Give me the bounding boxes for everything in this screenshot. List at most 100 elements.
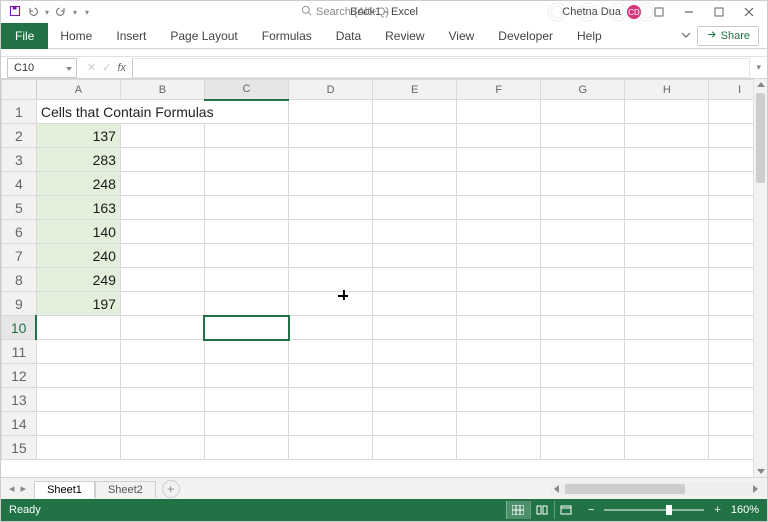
worksheet-grid[interactable]: ABCDEFGHI1Cells that Contain Formulas213… bbox=[1, 79, 767, 477]
cell-E5[interactable] bbox=[373, 196, 457, 220]
cell-B12[interactable] bbox=[120, 364, 204, 388]
cell-A3[interactable]: 283 bbox=[36, 148, 120, 172]
cell-C3[interactable] bbox=[204, 148, 288, 172]
cell-B10[interactable] bbox=[120, 316, 204, 340]
cell-F15[interactable] bbox=[457, 436, 541, 460]
tab-help[interactable]: Help bbox=[565, 23, 614, 49]
cell-E12[interactable] bbox=[373, 364, 457, 388]
undo-icon[interactable] bbox=[27, 5, 39, 20]
cell-G14[interactable] bbox=[541, 412, 625, 436]
cell-F13[interactable] bbox=[457, 388, 541, 412]
scroll-down-icon[interactable] bbox=[757, 469, 765, 474]
cell-D6[interactable] bbox=[289, 220, 373, 244]
row-header-14[interactable]: 14 bbox=[2, 412, 37, 436]
cell-C10[interactable] bbox=[204, 316, 288, 340]
cell-H1[interactable] bbox=[625, 100, 709, 124]
tab-view[interactable]: View bbox=[437, 23, 487, 49]
column-header-C[interactable]: C bbox=[204, 80, 288, 100]
column-header-H[interactable]: H bbox=[625, 80, 709, 100]
cell-E3[interactable] bbox=[373, 148, 457, 172]
qat-customize-icon[interactable]: ▾ bbox=[85, 8, 89, 17]
cell-D15[interactable] bbox=[289, 436, 373, 460]
cell-E14[interactable] bbox=[373, 412, 457, 436]
zoom-level[interactable]: 160% bbox=[731, 504, 759, 516]
cell-A2[interactable]: 137 bbox=[36, 124, 120, 148]
cell-E8[interactable] bbox=[373, 268, 457, 292]
cell-C12[interactable] bbox=[204, 364, 288, 388]
row-header-3[interactable]: 3 bbox=[2, 148, 37, 172]
cell-D2[interactable] bbox=[289, 124, 373, 148]
cell-H13[interactable] bbox=[625, 388, 709, 412]
cell-G10[interactable] bbox=[541, 316, 625, 340]
cell-A7[interactable]: 240 bbox=[36, 244, 120, 268]
cell-H8[interactable] bbox=[625, 268, 709, 292]
cell-B14[interactable] bbox=[120, 412, 204, 436]
scroll-left-icon[interactable] bbox=[554, 485, 559, 493]
row-header-2[interactable]: 2 bbox=[2, 124, 37, 148]
save-icon[interactable] bbox=[9, 5, 21, 20]
cell-D9[interactable] bbox=[289, 292, 373, 316]
cell-G8[interactable] bbox=[541, 268, 625, 292]
cell-G6[interactable] bbox=[541, 220, 625, 244]
row-header-8[interactable]: 8 bbox=[2, 268, 37, 292]
cell-F8[interactable] bbox=[457, 268, 541, 292]
cell-D7[interactable] bbox=[289, 244, 373, 268]
column-header-E[interactable]: E bbox=[373, 80, 457, 100]
cell-E9[interactable] bbox=[373, 292, 457, 316]
cell-B11[interactable] bbox=[120, 340, 204, 364]
cell-F7[interactable] bbox=[457, 244, 541, 268]
cell-F3[interactable] bbox=[457, 148, 541, 172]
cell-A9[interactable]: 197 bbox=[36, 292, 120, 316]
zoom-slider[interactable] bbox=[604, 509, 704, 511]
cell-B6[interactable] bbox=[120, 220, 204, 244]
cell-F9[interactable] bbox=[457, 292, 541, 316]
column-header-F[interactable]: F bbox=[457, 80, 541, 100]
row-header-12[interactable]: 12 bbox=[2, 364, 37, 388]
row-header-7[interactable]: 7 bbox=[2, 244, 37, 268]
redo-dropdown-icon[interactable]: ▾ bbox=[73, 8, 77, 17]
cell-F1[interactable] bbox=[457, 100, 541, 124]
horizontal-scrollbar[interactable] bbox=[551, 482, 761, 496]
cell-D8[interactable] bbox=[289, 268, 373, 292]
zoom-out-button[interactable]: − bbox=[588, 504, 594, 516]
row-header-11[interactable]: 11 bbox=[2, 340, 37, 364]
enter-formula-icon[interactable]: ✓ bbox=[102, 61, 111, 74]
cell-C2[interactable] bbox=[204, 124, 288, 148]
row-header-10[interactable]: 10 bbox=[2, 316, 37, 340]
cell-H9[interactable] bbox=[625, 292, 709, 316]
cell-G13[interactable] bbox=[541, 388, 625, 412]
column-header-D[interactable]: D bbox=[289, 80, 373, 100]
tab-review[interactable]: Review bbox=[373, 23, 436, 49]
cell-A13[interactable] bbox=[36, 388, 120, 412]
cell-B5[interactable] bbox=[120, 196, 204, 220]
cell-B8[interactable] bbox=[120, 268, 204, 292]
cell-D3[interactable] bbox=[289, 148, 373, 172]
cell-D4[interactable] bbox=[289, 172, 373, 196]
cell-H15[interactable] bbox=[625, 436, 709, 460]
cell-A15[interactable] bbox=[36, 436, 120, 460]
sheet-nav-next-icon[interactable]: ▸ bbox=[21, 482, 27, 495]
cell-D11[interactable] bbox=[289, 340, 373, 364]
cell-C8[interactable] bbox=[204, 268, 288, 292]
cell-H11[interactable] bbox=[625, 340, 709, 364]
cell-H10[interactable] bbox=[625, 316, 709, 340]
cell-H6[interactable] bbox=[625, 220, 709, 244]
cell-E2[interactable] bbox=[373, 124, 457, 148]
cell-B3[interactable] bbox=[120, 148, 204, 172]
formula-input[interactable] bbox=[132, 58, 750, 78]
cell-C14[interactable] bbox=[204, 412, 288, 436]
cell-H2[interactable] bbox=[625, 124, 709, 148]
cell-F11[interactable] bbox=[457, 340, 541, 364]
view-normal-icon[interactable] bbox=[506, 501, 530, 519]
tab-developer[interactable]: Developer bbox=[486, 23, 565, 49]
sheet-tab-2[interactable]: Sheet2 bbox=[95, 481, 156, 498]
column-header-G[interactable]: G bbox=[541, 80, 625, 100]
cell-G11[interactable] bbox=[541, 340, 625, 364]
cell-A4[interactable]: 248 bbox=[36, 172, 120, 196]
name-box[interactable]: C10 bbox=[7, 58, 77, 78]
cell-G4[interactable] bbox=[541, 172, 625, 196]
vertical-scroll-thumb[interactable] bbox=[756, 93, 765, 183]
cell-C5[interactable] bbox=[204, 196, 288, 220]
close-icon[interactable] bbox=[737, 3, 761, 21]
cell-A10[interactable] bbox=[36, 316, 120, 340]
